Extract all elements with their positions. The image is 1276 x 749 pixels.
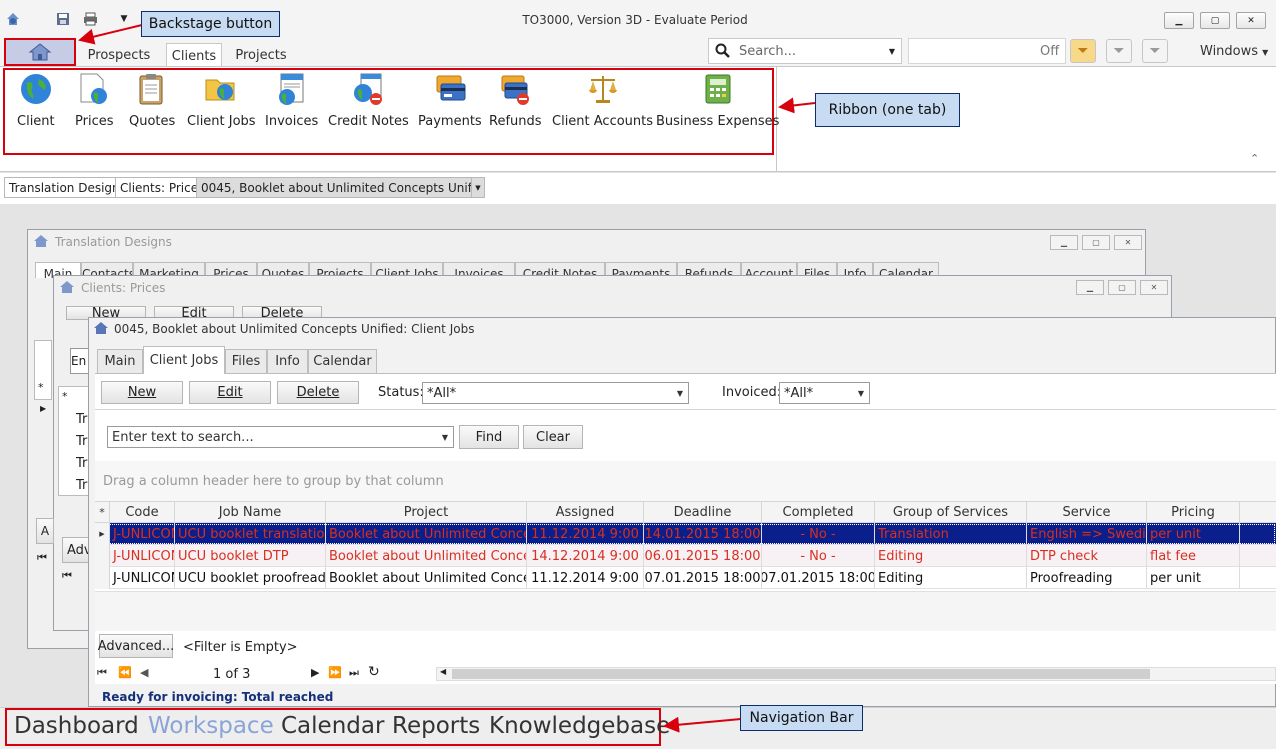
navbar-arrow bbox=[663, 716, 742, 733]
callout-ribbon: Ribbon (one tab) bbox=[815, 93, 960, 127]
callout-backstage: Backstage button bbox=[141, 11, 280, 37]
ribbon-arrow bbox=[778, 97, 816, 114]
callout-navbar: Navigation Bar bbox=[740, 705, 863, 731]
backstage-arrow bbox=[78, 24, 143, 45]
annotation-arrows bbox=[78, 24, 816, 733]
